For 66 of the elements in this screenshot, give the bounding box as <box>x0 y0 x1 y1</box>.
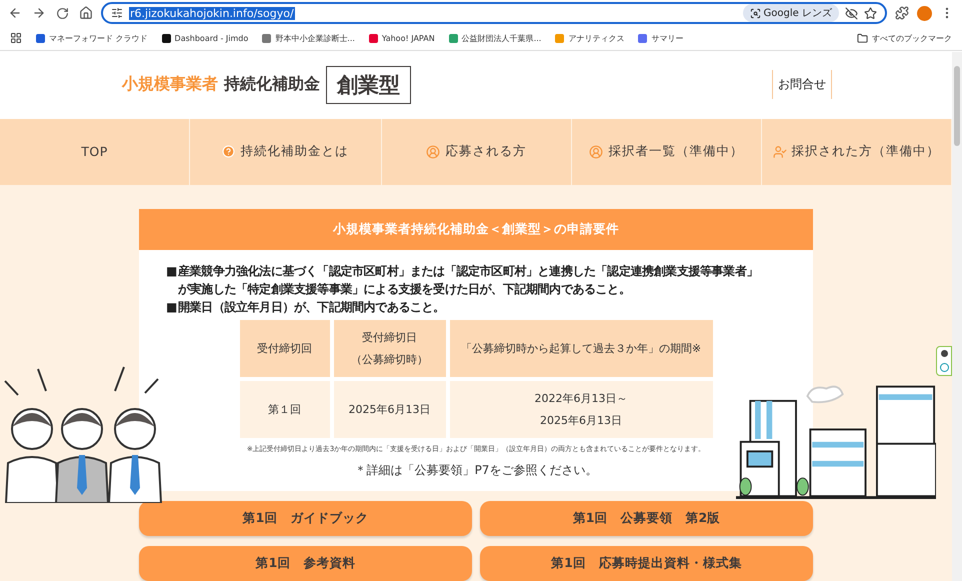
bookmark-icon <box>448 34 458 42</box>
logo-text: 持続化補助金 <box>224 74 320 96</box>
logo-accent: 小規模事業者 <box>122 74 218 96</box>
eye-off-icon[interactable] <box>845 6 858 20</box>
bookmark-star-icon[interactable] <box>864 6 877 20</box>
user-check-icon <box>772 144 787 159</box>
bookmark-link[interactable]: マネーフォワード クラウド <box>36 32 148 44</box>
help-icon <box>222 145 236 158</box>
bookmark-icon <box>555 34 564 42</box>
home-button[interactable] <box>77 4 95 22</box>
user-icon <box>589 144 604 159</box>
puzzle-icon <box>895 6 909 20</box>
bullet-marker: ■ <box>166 263 178 280</box>
bookmark-icon <box>162 34 171 42</box>
bookmark-link[interactable]: Dashboard - Jimdo <box>162 34 248 42</box>
card-title: 小規模事業者持続化補助金＜創業型＞の申請要件 <box>139 209 813 250</box>
nav-label: 応募される方 <box>445 143 526 160</box>
bookmark-icon <box>36 34 45 42</box>
bookmark-link[interactable]: アナリティクス <box>555 32 624 44</box>
bullet-marker: ■ <box>166 299 178 316</box>
table-header: 受付締切回 <box>257 340 312 356</box>
document-button[interactable]: 第1回 ガイドブック <box>139 501 472 536</box>
forward-arrow-icon <box>32 6 46 20</box>
site-settings-icon[interactable] <box>111 7 123 19</box>
table-cell-text: 2025年6月13日 <box>348 402 430 418</box>
nav-item[interactable]: TOP <box>0 118 190 185</box>
table-header: 受付締切日（公募締切時） <box>350 330 429 368</box>
nav-item[interactable]: 持続化補助金とは <box>190 118 382 185</box>
document-button[interactable]: 第1回 公募要領 第2版 <box>480 501 813 536</box>
bookmark-icon <box>262 34 272 42</box>
nav-item[interactable]: 応募される方 <box>382 118 572 185</box>
scrollbar[interactable] <box>952 52 962 581</box>
lens-button[interactable]: Google レンズ <box>742 4 839 22</box>
extension-widget[interactable] <box>936 346 952 376</box>
all-bookmarks-link[interactable]: すべてのブックマーク <box>857 32 952 44</box>
home-icon <box>79 6 93 20</box>
contact-link[interactable]: お問合せ <box>772 70 832 100</box>
bookmark-link[interactable]: 野本中小企業診断士... <box>262 32 355 44</box>
nav-item[interactable]: 採択者一覧（準備中） <box>572 118 762 185</box>
bookmark-icon <box>638 34 648 42</box>
table-header: 「公募締切時から起算して過去３か年」の期間※ <box>460 340 702 356</box>
nav-label: 採択された方（準備中） <box>792 143 940 160</box>
bookmark-link[interactable]: 公益財団法人千葉県... <box>448 32 542 44</box>
bookmark-link[interactable]: Yahoo! JAPAN <box>368 34 435 42</box>
user-icon <box>426 144 440 159</box>
table-cell-text: 2022年6月13日～2025年6月13日 <box>534 390 628 428</box>
document-button[interactable]: 第1回 応募時提出資料・様式集 <box>480 546 813 581</box>
lens-icon <box>750 8 761 18</box>
table-cell-text: 第１回 <box>268 402 301 418</box>
bookmark-link[interactable]: サマリー <box>638 32 684 44</box>
url-text: r6.jizokukahojokin.info/sogyo/ <box>129 6 295 20</box>
logo-badge: 創業型 <box>326 66 411 104</box>
folder-icon <box>857 32 868 44</box>
nav-label: 採択者一覧（準備中） <box>608 143 744 160</box>
detail-text: ＊詳細は「公募要領」P7をご参照ください。 <box>354 462 598 479</box>
profile-avatar[interactable] <box>917 6 932 20</box>
bookmark-icon <box>368 34 378 42</box>
requirement-text: 産業競争力強化法に基づく「認定市区町村」または「認定市区町村」と連携した「認定連携創業支援等事業者」が実施した「特定創業支援等事業」による支援を受けた日が、下記期間内であること。 <box>178 263 758 298</box>
nav-label: 持続化補助金とは <box>240 143 348 160</box>
requirement-text: 開業日（設立年月日）が、下記期間内であること。 <box>178 299 446 316</box>
nav-label: TOP <box>81 144 108 160</box>
apps-icon[interactable] <box>10 32 22 44</box>
address-bar[interactable]: r6.jizokukahojokin.info/sogyo/ Google レンズ <box>101 2 887 24</box>
extensions-button[interactable] <box>893 4 911 22</box>
reload-icon <box>56 6 69 20</box>
document-button[interactable]: 第1回 参考資料 <box>139 546 472 581</box>
